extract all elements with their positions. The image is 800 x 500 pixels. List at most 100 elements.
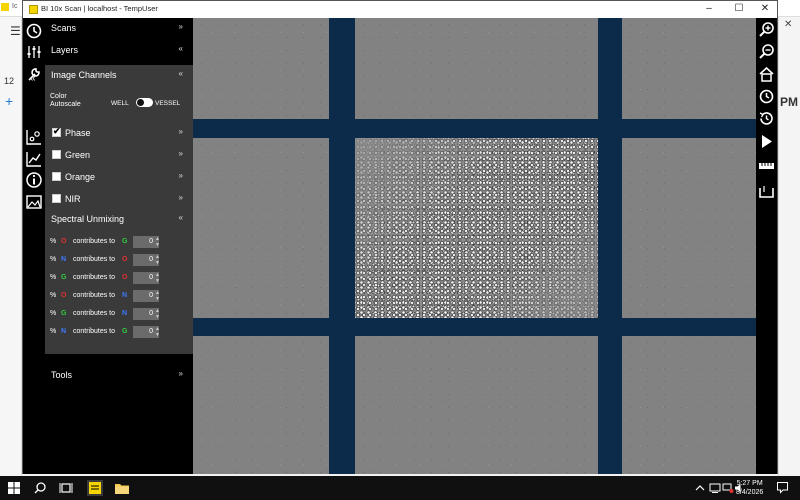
target-channel: N: [122, 292, 128, 299]
image-channels-header[interactable]: Image Channels «: [45, 65, 193, 87]
notification-icon[interactable]: [776, 481, 789, 494]
scans-label: Scans: [51, 23, 77, 33]
app-taskbar-icon[interactable]: [86, 479, 104, 497]
scale-bar-icon[interactable]: [758, 183, 775, 200]
spinner-icon[interactable]: ▲ ▼: [155, 326, 161, 338]
background-pm-label: PM: [780, 95, 798, 109]
clock[interactable]: 5:27 PM 8/4/2026: [736, 479, 763, 497]
orange-checkbox[interactable]: [52, 172, 61, 181]
well-tile[interactable]: [622, 138, 756, 318]
well-tile[interactable]: [193, 138, 329, 318]
windows-start-icon[interactable]: [6, 480, 22, 496]
clock-icon[interactable]: [25, 22, 43, 40]
channel-label: NIR: [65, 194, 81, 204]
home-icon[interactable]: [758, 66, 775, 83]
chevron-down-icon: »: [178, 369, 183, 378]
percent-label: %: [50, 256, 57, 263]
clock-date: 8/4/2026: [736, 489, 764, 496]
source-channel: G: [61, 274, 67, 281]
task-view-icon[interactable]: [58, 480, 74, 496]
spinner-icon[interactable]: ▲ ▼: [155, 236, 161, 248]
contributes-label: contributes to: [73, 328, 116, 335]
spinner-icon[interactable]: ▲ ▼: [155, 308, 161, 320]
file-explorer-icon[interactable]: [114, 480, 130, 496]
hamburger-menu-icon[interactable]: ☰: [10, 24, 21, 38]
vessel-label: VESSEL: [155, 100, 181, 107]
unmixing-row: % N contributes to O 0 ▲ ▼: [45, 252, 193, 270]
chevron-up-icon[interactable]: [694, 482, 706, 494]
line-chart-icon[interactable]: [25, 150, 43, 168]
play-icon[interactable]: [758, 133, 775, 150]
zoom-out-icon[interactable]: [758, 43, 775, 60]
info-icon[interactable]: [25, 171, 43, 189]
window-title: BI 10x Scan | localhost - TempUser: [41, 4, 158, 13]
search-icon[interactable]: [32, 480, 48, 496]
image-icon[interactable]: [25, 193, 43, 211]
app-window: BI 10x Scan | localhost - TempUser – ☐ ✕: [22, 0, 778, 474]
well-tile[interactable]: [355, 18, 598, 119]
source-channel: G: [61, 310, 67, 317]
well-tile[interactable]: [355, 336, 598, 474]
section-tools[interactable]: Tools »: [45, 365, 193, 387]
well-tile[interactable]: [193, 18, 329, 119]
background-number: 12: [4, 76, 15, 86]
spectral-unmixing-header[interactable]: Spectral Unmixing «: [45, 209, 193, 231]
contributes-label: contributes to: [73, 310, 116, 317]
chevron-down-icon[interactable]: »: [179, 149, 183, 158]
percent-label: %: [50, 310, 57, 317]
collapse-panel-button[interactable]: «: [30, 73, 36, 84]
zoom-in-icon[interactable]: [758, 21, 775, 38]
source-channel: O: [61, 238, 67, 245]
unmixing-row: % G contributes to N 0 ▲ ▼: [45, 306, 193, 324]
background-right-edge: [778, 17, 800, 476]
restore-icon[interactable]: [758, 110, 775, 127]
network-icon[interactable]: [722, 482, 734, 494]
close-icon[interactable]: ✕: [784, 19, 792, 30]
scan-map-canvas[interactable]: [193, 18, 756, 474]
add-icon[interactable]: +: [5, 93, 13, 109]
well-tile[interactable]: [193, 336, 329, 474]
screen: Ic ☰ 12 + ✕ PM BI 10x Scan | localhost -…: [0, 0, 800, 500]
section-layers[interactable]: Layers «: [45, 40, 193, 62]
chevron-down-icon[interactable]: »: [179, 127, 183, 136]
percent-label: %: [50, 328, 57, 335]
channel-row-nir[interactable]: NIR »: [45, 189, 193, 211]
nir-checkbox[interactable]: [52, 194, 61, 203]
spinner-icon[interactable]: ▲ ▼: [155, 272, 161, 284]
channel-row-phase[interactable]: Phase »: [45, 123, 193, 145]
channel-row-green[interactable]: Green »: [45, 145, 193, 167]
window-titlebar[interactable]: BI 10x Scan | localhost - TempUser – ☐ ✕: [23, 1, 777, 18]
autoscale-toggle[interactable]: [136, 98, 153, 107]
scatter-analysis-icon[interactable]: [25, 128, 43, 146]
layers-subpanel: Image Channels « Color Autoscale WELL VE…: [45, 65, 193, 354]
section-scans[interactable]: Scans »: [45, 18, 193, 40]
contributes-label: contributes to: [73, 238, 116, 245]
maximize-button[interactable]: ☐: [725, 1, 753, 18]
device-icon[interactable]: [709, 482, 721, 494]
selected-well-cell-image[interactable]: [355, 138, 598, 318]
spectral-unmixing-label: Spectral Unmixing: [51, 214, 125, 224]
chevron-down-icon[interactable]: »: [179, 193, 183, 202]
chevron-down-icon[interactable]: »: [179, 171, 183, 180]
well-tile[interactable]: [622, 18, 756, 119]
spinner-icon[interactable]: ▲ ▼: [155, 254, 161, 266]
percent-label: %: [50, 292, 57, 299]
unmixing-row: % N contributes to G 0 ▲ ▼: [45, 324, 193, 342]
minimize-button[interactable]: –: [695, 1, 723, 18]
channel-label: Phase: [65, 128, 91, 138]
spinner-icon[interactable]: ▲ ▼: [155, 290, 161, 302]
channel-label: Green: [65, 150, 91, 160]
chevron-up-icon: «: [178, 69, 183, 78]
app-icon: [29, 5, 38, 14]
sliders-icon[interactable]: [25, 43, 43, 61]
phase-checkbox[interactable]: [52, 126, 61, 137]
close-window-button[interactable]: ✕: [751, 1, 779, 18]
ruler-icon[interactable]: [758, 158, 775, 175]
chevron-down-icon: »: [178, 22, 183, 31]
history-icon[interactable]: [758, 88, 775, 105]
source-channel: O: [61, 292, 67, 299]
green-checkbox[interactable]: [52, 150, 61, 159]
well-tile[interactable]: [622, 336, 756, 474]
unmixing-row: % G contributes to O 0 ▲ ▼: [45, 270, 193, 288]
channel-row-orange[interactable]: Orange »: [45, 167, 193, 189]
